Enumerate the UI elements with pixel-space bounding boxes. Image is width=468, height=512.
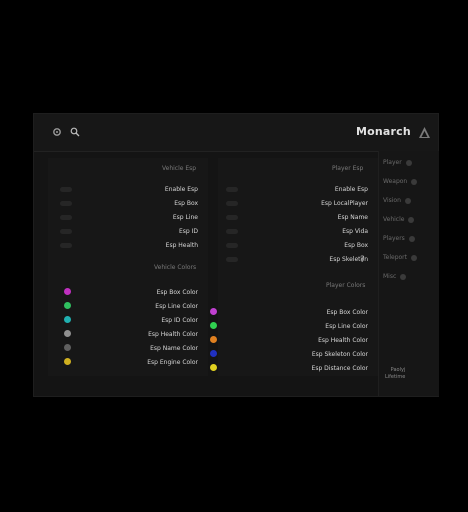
player-color-label-2: Esp Health Color (318, 337, 368, 344)
toggle-player-esp-box[interactable] (226, 243, 238, 248)
player-opt-esp-name: Esp Name (337, 214, 368, 221)
gear-icon[interactable] (52, 127, 62, 137)
teleport-icon (411, 254, 417, 261)
toggle-player-esp-vida[interactable] (226, 229, 238, 234)
toggle-vehicle-esp-line[interactable] (60, 215, 72, 220)
sidebar: Player Weapon Vision Vehicle Players Tel… (378, 151, 439, 396)
sidebar-item-label: Misc (383, 273, 397, 280)
search-icon[interactable] (70, 127, 80, 137)
sidebar-item-teleport[interactable]: Teleport (383, 254, 417, 261)
vehicle-esp-title: Vehicle Esp (162, 165, 197, 172)
app-name: Monarch (356, 125, 411, 138)
player-opt-esp-vida: Esp Vida (342, 228, 368, 235)
player-color-swatch-2[interactable] (210, 336, 217, 343)
avatar[interactable]: ? (360, 255, 370, 265)
vehicle-opt-esp-id: Esp ID (178, 228, 198, 235)
main-window: Monarch Vehicle Esp Enable Esp Esp Box E… (33, 113, 439, 397)
toggle-vehicle-esp-box[interactable] (60, 201, 72, 206)
sidebar-item-players[interactable]: Players (383, 235, 415, 242)
vehicle-icon (408, 216, 415, 223)
vehicle-color-label-1: Esp Line Color (155, 303, 198, 310)
profile-plan: Lifetime (385, 374, 406, 380)
sidebar-item-player[interactable]: Player (383, 159, 412, 166)
vehicle-color-swatch-4[interactable] (64, 344, 71, 351)
profile-info: Paolyj Lifetime (385, 367, 405, 381)
player-icon (405, 159, 412, 166)
monarch-logo-icon (419, 127, 430, 138)
vehicle-color-swatch-0[interactable] (64, 288, 71, 295)
sidebar-item-label: Vehicle (383, 216, 405, 223)
sidebar-item-label: Vision (383, 197, 401, 204)
sidebar-item-label: Teleport (383, 254, 407, 261)
sidebar-item-label: Player (383, 159, 402, 166)
vehicle-color-swatch-3[interactable] (64, 330, 71, 337)
sidebar-item-vision[interactable]: Vision (383, 197, 411, 204)
profile-name: Paolyj (390, 367, 406, 373)
vehicle-color-swatch-1[interactable] (64, 302, 71, 309)
vehicle-colors-title: Vehicle Colors (154, 264, 197, 271)
player-color-swatch-1[interactable] (210, 322, 217, 329)
top-bar: Monarch (34, 114, 438, 152)
toggle-player-esp-skeleton[interactable] (226, 257, 238, 262)
vehicle-opt-esp-health: Esp Health (165, 242, 198, 249)
player-color-swatch-3[interactable] (210, 350, 217, 357)
player-color-label-1: Esp Line Color (325, 323, 368, 330)
player-color-label-4: Esp Distance Color (311, 365, 368, 372)
player-color-swatch-0[interactable] (210, 308, 217, 315)
weapon-icon (411, 178, 418, 185)
toggle-player-esp-name[interactable] (226, 215, 238, 220)
toggle-player-esp-localplayer[interactable] (226, 201, 238, 206)
vehicle-color-label-3: Esp Health Color (148, 331, 198, 338)
vehicle-color-swatch-5[interactable] (64, 358, 71, 365)
sidebar-item-vehicle[interactable]: Vehicle (383, 216, 415, 223)
player-opt-esp-localplayer: Esp LocalPlayer (321, 200, 368, 207)
player-color-label-0: Esp Box Color (326, 309, 368, 316)
vehicle-color-label-2: Esp ID Color (161, 317, 198, 324)
player-opt-enable-esp: Enable Esp (334, 186, 368, 193)
player-esp-title: Player Esp (332, 165, 364, 172)
player-opt-esp-box: Esp Box (344, 242, 368, 249)
player-color-label-3: Esp Skeleton Color (311, 351, 368, 358)
player-color-swatch-4[interactable] (210, 364, 217, 371)
sidebar-item-label: Players (383, 235, 405, 242)
player-panel: Player Esp Enable Esp Esp LocalPlayer Es… (210, 158, 378, 376)
vehicle-color-label-5: Esp Engine Color (147, 359, 198, 366)
misc-icon (400, 273, 407, 280)
vehicle-color-swatch-2[interactable] (64, 316, 71, 323)
toggle-player-enable-esp[interactable] (226, 187, 238, 192)
player-colors-title: Player Colors (326, 282, 366, 289)
toggle-vehicle-esp-health[interactable] (60, 243, 72, 248)
toggle-vehicle-enable-esp[interactable] (60, 187, 72, 192)
vehicle-opt-esp-line: Esp Line (172, 214, 198, 221)
toggle-vehicle-esp-id[interactable] (60, 229, 72, 234)
vision-icon (404, 197, 411, 204)
vehicle-color-label-4: Esp Name Color (150, 345, 198, 352)
vehicle-color-label-0: Esp Box Color (156, 289, 198, 296)
vehicle-opt-enable-esp: Enable Esp (164, 186, 198, 193)
vehicle-opt-esp-box: Esp Box (174, 200, 198, 207)
sidebar-item-weapon[interactable]: Weapon (383, 178, 418, 185)
sidebar-item-misc[interactable]: Misc (383, 273, 407, 280)
vehicle-panel: Vehicle Esp Enable Esp Esp Box Esp Line … (48, 158, 208, 376)
players-icon (408, 235, 415, 242)
sidebar-item-label: Weapon (383, 178, 408, 185)
